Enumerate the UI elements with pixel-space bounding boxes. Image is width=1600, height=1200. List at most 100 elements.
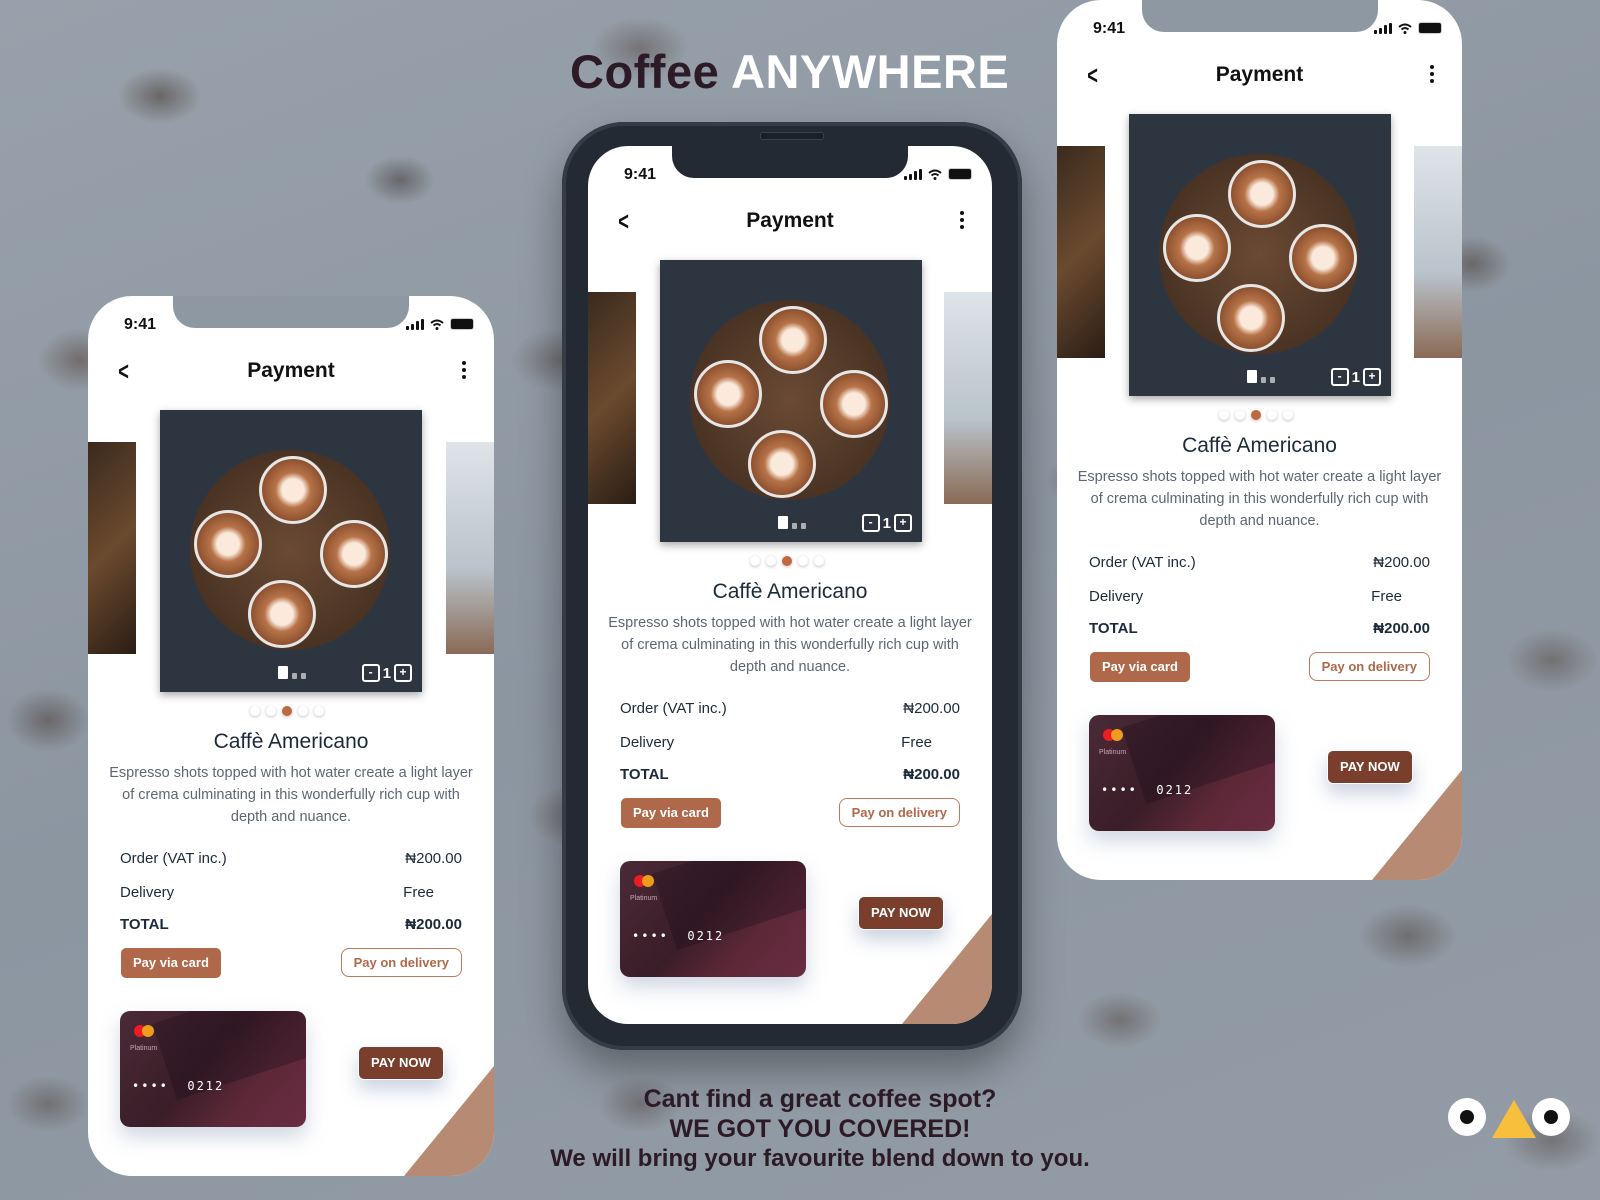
carousel-dot[interactable] <box>1283 410 1293 420</box>
decrement-button[interactable]: - <box>1330 368 1349 386</box>
carousel-next-image[interactable] <box>1414 146 1462 358</box>
product-image: - 1 + <box>660 260 922 542</box>
eyes-triangle-logo <box>1448 1098 1574 1138</box>
summary-value: ₦200.00 <box>1373 554 1430 571</box>
battery-icon <box>1418 22 1442 34</box>
carousel-dot-active[interactable] <box>782 556 792 566</box>
card-tier: Platinum <box>130 1045 158 1052</box>
carousel-dots <box>750 556 824 566</box>
latte-table-photo <box>190 450 390 650</box>
product-name: Caffè Americano <box>213 730 369 753</box>
pay-via-card-button[interactable]: Pay via card <box>1090 652 1190 682</box>
pay-on-delivery-button[interactable]: Pay on delivery <box>838 798 960 827</box>
latte-table-photo <box>690 300 890 500</box>
battery-icon <box>948 168 972 180</box>
wifi-icon <box>430 319 444 330</box>
summary-label: Delivery <box>620 734 675 751</box>
cup-size-selector[interactable] <box>778 516 806 529</box>
carousel-dot[interactable] <box>250 706 260 716</box>
logo-eye-left-icon <box>1448 1098 1486 1136</box>
carousel-dot-active[interactable] <box>1251 410 1261 420</box>
status-icons <box>406 318 474 330</box>
increment-button[interactable]: + <box>894 514 912 532</box>
phone-screen-left: 9:41 < Payment - 1 + Caffè Americano Esp… <box>88 296 494 1176</box>
quantity-value: 1 <box>1351 368 1360 386</box>
carousel-dot[interactable] <box>314 706 324 716</box>
quantity-value: 1 <box>882 514 891 532</box>
status-icons <box>1374 22 1442 34</box>
carousel-prev-image[interactable] <box>1057 146 1105 358</box>
summary-value: Free <box>1371 588 1402 605</box>
carousel-dot[interactable] <box>266 706 276 716</box>
product-image: - 1 + <box>1129 114 1391 396</box>
mastercard-icon <box>634 875 656 887</box>
more-button[interactable] <box>960 211 964 229</box>
cup-size-selector[interactable] <box>1247 370 1275 383</box>
carousel-dot[interactable] <box>1219 410 1229 420</box>
battery-icon <box>450 318 474 330</box>
credit-card[interactable]: Platinum •••• 0212 <box>1089 715 1275 831</box>
carousel-next-image[interactable] <box>446 442 494 654</box>
summary-row-delivery: Delivery Free <box>120 884 462 901</box>
increment-button[interactable]: + <box>1363 368 1381 386</box>
cup-size-selector[interactable] <box>278 666 306 679</box>
pay-via-card-button[interactable]: Pay via card <box>621 798 721 828</box>
summary-label: Order (VAT inc.) <box>1089 554 1196 571</box>
carousel-dot[interactable] <box>1267 410 1277 420</box>
credit-card[interactable]: Platinum •••• 0212 <box>620 861 806 977</box>
summary-row-order: Order (VAT inc.) ₦200.00 <box>1089 554 1430 571</box>
summary-row-order: Order (VAT inc.) ₦200.00 <box>620 700 960 717</box>
mastercard-icon <box>134 1025 156 1037</box>
summary-row-delivery: Delivery Free <box>1089 588 1430 605</box>
pay-on-delivery-button[interactable]: Pay on delivery <box>340 948 462 977</box>
carousel-prev-image[interactable] <box>588 292 636 504</box>
credit-card[interactable]: Platinum •••• 0212 <box>120 1011 306 1127</box>
phone-screen-center: 9:41 < Payment - 1 + Caffè Americano Esp… <box>588 146 992 1024</box>
logo-eye-right-icon <box>1532 1098 1570 1136</box>
mastercard-icon <box>1103 729 1125 741</box>
carousel-next-image[interactable] <box>944 292 992 504</box>
carousel-dot[interactable] <box>766 556 776 566</box>
tagline-line2: WE GOT YOU COVERED! <box>669 1115 971 1143</box>
more-button[interactable] <box>462 361 466 379</box>
carousel-dot[interactable] <box>298 706 308 716</box>
summary-row-total: TOTAL ₦200.00 <box>1089 620 1430 637</box>
pay-now-button[interactable]: PAY NOW <box>1327 750 1413 784</box>
page-title: Payment <box>746 209 834 232</box>
card-tier: Platinum <box>1099 749 1127 756</box>
summary-value: Free <box>403 884 434 901</box>
summary-label: TOTAL <box>620 766 669 783</box>
carousel-prev-image[interactable] <box>88 442 136 654</box>
summary-label: Delivery <box>120 884 175 901</box>
decorative-corner <box>902 914 992 1024</box>
pay-via-card-button[interactable]: Pay via card <box>121 948 221 978</box>
status-icons <box>904 168 972 180</box>
card-tier: Platinum <box>630 895 658 902</box>
pay-now-button[interactable]: PAY NOW <box>858 896 944 930</box>
headline-light: ANYWHERE <box>731 45 1010 98</box>
status-time: 9:41 <box>624 166 657 183</box>
more-button[interactable] <box>1430 65 1434 83</box>
decrement-button[interactable]: - <box>361 664 380 682</box>
product-name: Caffè Americano <box>712 580 868 603</box>
pay-now-button[interactable]: PAY NOW <box>358 1046 444 1080</box>
carousel-dot[interactable] <box>798 556 808 566</box>
carousel-dot[interactable] <box>814 556 824 566</box>
pay-on-delivery-button[interactable]: Pay on delivery <box>1308 652 1430 681</box>
nav-bar: < Payment <box>1057 60 1462 90</box>
increment-button[interactable]: + <box>394 664 412 682</box>
phone-screen-right: 9:41 < Payment - 1 + Caffè Americano Esp… <box>1057 0 1462 880</box>
product-name: Caffè Americano <box>1182 434 1337 457</box>
carousel-dot[interactable] <box>1235 410 1245 420</box>
summary-value: ₦200.00 <box>405 850 462 867</box>
carousel-dot[interactable] <box>750 556 760 566</box>
summary-label: TOTAL <box>1089 620 1138 637</box>
card-number: •••• 0212 <box>632 929 725 943</box>
summary-value: ₦200.00 <box>903 700 960 717</box>
carousel-dot-active[interactable] <box>282 706 292 716</box>
headline: Coffee ANYWHERE <box>570 44 1009 99</box>
carousel-dots <box>1219 410 1293 420</box>
wifi-icon <box>1398 23 1412 34</box>
decrement-button[interactable]: - <box>861 514 880 532</box>
summary-label: TOTAL <box>120 916 169 933</box>
